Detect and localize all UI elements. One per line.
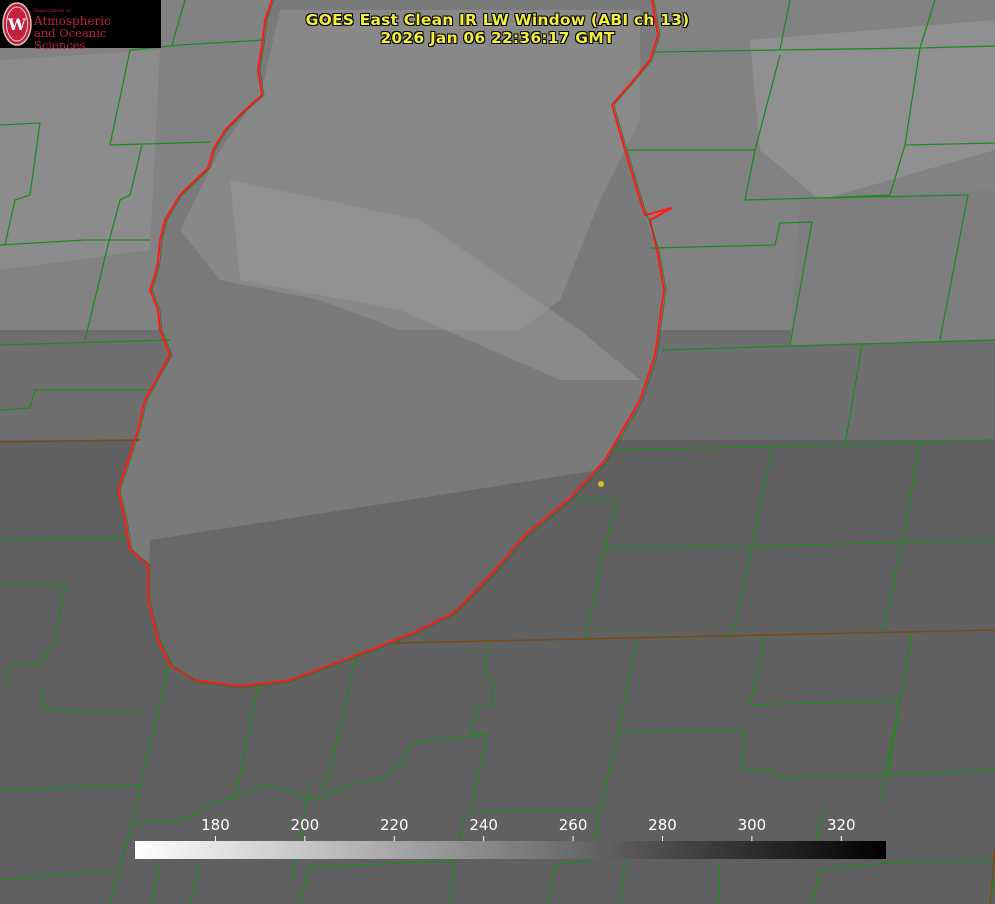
colorbar-tick-label: 280	[648, 816, 677, 834]
logo-text: Department of Atmospheric and Oceanic Sc…	[34, 9, 161, 51]
colorbar-tick-label: 240	[469, 816, 498, 834]
svg-text:W: W	[7, 15, 27, 34]
colorbar-tick-label: 200	[291, 816, 320, 834]
colorbar-tick-label: 260	[559, 816, 588, 834]
colorbar-tick-label: 180	[201, 816, 230, 834]
department-logo: W Department of Atmospheric and Oceanic …	[0, 0, 161, 51]
colorbar-tick-label: 220	[380, 816, 409, 834]
colorbar	[135, 841, 886, 859]
uw-crest-icon: W	[2, 2, 32, 46]
cloud-streak	[0, 50, 160, 270]
colorbar-tick-label: 300	[738, 816, 767, 834]
map-canvas: 180 200 220 240 260 280 300 320	[0, 0, 995, 904]
logo-line-2: and Oceanic Sciences	[34, 26, 107, 52]
satellite-image-viewer: 180 200 220 240 260 280 300 320 GOES East Clean…	[0, 0, 995, 904]
colorbar-tick-label: 320	[827, 816, 856, 834]
site-marker	[598, 481, 604, 487]
